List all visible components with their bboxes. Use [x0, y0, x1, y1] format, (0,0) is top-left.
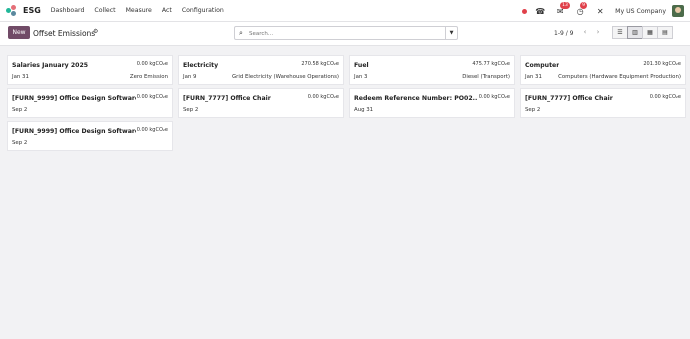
menu-measure[interactable]: Measure — [126, 7, 152, 14]
card-title: Electricity — [183, 62, 219, 69]
pager-previous-icon[interactable]: ‹ — [580, 27, 590, 37]
kanban-card[interactable]: Computer 201.30 kgCO₂e Jan 31 Computers … — [520, 55, 686, 85]
card-amount: 0.00 kgCO₂e — [136, 94, 168, 100]
card-title: Computer — [525, 62, 560, 69]
kanban-card[interactable]: Redeem Reference Number: PO02... 0.00 kg… — [349, 88, 515, 118]
new-button[interactable]: New — [8, 26, 30, 39]
card-source: Grid Electricity (Warehouse Operations) — [231, 74, 339, 80]
chevron-down-icon[interactable]: ▼ — [445, 27, 457, 39]
esg-logo-icon[interactable] — [6, 4, 18, 17]
kanban-card[interactable]: [FURN_7777] Office Chair 0.00 kgCO₂e Sep… — [520, 88, 686, 118]
card-amount: 201.30 kgCO₂e — [643, 61, 681, 67]
card-amount: 270.58 kgCO₂e — [301, 61, 339, 67]
kanban-card[interactable]: [FURN_7777] Office Chair 0.00 kgCO₂e Sep… — [178, 88, 344, 118]
kanban-card[interactable]: Salaries January 2025 0.00 kgCO₂e Jan 31… — [7, 55, 173, 85]
top-navbar: ESG Dashboard Collect Measure Act Config… — [0, 0, 690, 22]
card-amount: 475.77 kgCO₂e — [472, 61, 510, 67]
kanban-card[interactable]: Fuel 475.77 kgCO₂e Jan 3 Diesel (Transpo… — [349, 55, 515, 85]
activity-badge: 9 — [580, 2, 588, 9]
app-name[interactable]: ESG — [23, 6, 41, 15]
card-date: Sep 2 — [525, 107, 541, 113]
graph-view-icon[interactable]: ▤ — [657, 26, 673, 39]
debug-tools-icon[interactable]: ✕ — [595, 6, 605, 16]
menu-configuration[interactable]: Configuration — [182, 7, 224, 14]
kanban-view-icon[interactable]: ▥ — [627, 26, 643, 39]
card-date: Jan 9 — [183, 74, 197, 80]
card-date: Jan 3 — [354, 74, 368, 80]
card-date: Aug 31 — [354, 107, 374, 113]
activity-icon[interactable]: ◷ 9 — [575, 2, 588, 16]
menu-act[interactable]: Act — [162, 7, 172, 14]
card-title: [FURN_9999] Office Design Software — [12, 128, 136, 135]
recording-indicator-icon[interactable] — [522, 8, 528, 14]
menu-dashboard[interactable]: Dashboard — [51, 7, 85, 14]
kanban-card[interactable]: Electricity 270.58 kgCO₂e Jan 9 Grid Ele… — [178, 55, 344, 85]
company-switcher[interactable]: My US Company — [615, 8, 666, 15]
card-amount: 0.00 kgCO₂e — [649, 94, 681, 100]
card-title: Fuel — [354, 62, 369, 69]
gear-icon[interactable]: ⚙ — [93, 28, 98, 35]
search-bar[interactable]: ⌕ ▼ — [234, 26, 458, 40]
card-title: Redeem Reference Number: PO02... — [354, 95, 478, 102]
search-input[interactable] — [249, 29, 429, 38]
phone-icon[interactable]: ☎ — [535, 6, 545, 16]
card-title: [FURN_9999] Office Design Software — [12, 95, 136, 102]
card-title: [FURN_7777] Office Chair — [183, 95, 271, 102]
pivot-view-icon[interactable]: ▦ — [642, 26, 658, 39]
card-title: Salaries January 2025 — [12, 62, 89, 69]
card-source: Computers (Hardware Equipment Production… — [558, 74, 681, 80]
card-date: Sep 2 — [12, 140, 28, 146]
pager-next-icon[interactable]: › — [593, 27, 603, 37]
card-amount: 0.00 kgCO₂e — [307, 94, 339, 100]
kanban-card[interactable]: [FURN_9999] Office Design Software 0.00 … — [7, 121, 173, 151]
page-title: Offset Emissions — [33, 29, 96, 38]
list-view-icon[interactable]: ☰ — [612, 26, 628, 39]
card-source: Zero Emission — [129, 74, 168, 80]
card-amount: 0.00 kgCO₂e — [136, 127, 168, 133]
pager-value[interactable]: 1-9 / 9 — [554, 30, 573, 37]
user-avatar[interactable] — [672, 5, 684, 17]
card-amount: 0.00 kgCO₂e — [136, 61, 168, 67]
card-date: Sep 2 — [12, 107, 28, 113]
card-amount: 0.00 kgCO₂e — [478, 94, 510, 100]
messages-icon[interactable]: ✉ 13 — [555, 2, 570, 16]
card-source: Diesel (Transport) — [462, 74, 510, 80]
card-date: Jan 31 — [12, 74, 29, 80]
card-date: Jan 31 — [525, 74, 542, 80]
search-icon: ⌕ — [239, 29, 243, 37]
control-panel: New Offset Emissions ⚙ ⌕ ▼ 1-9 / 9 ‹ › ☰… — [0, 22, 690, 46]
card-title: [FURN_7777] Office Chair — [525, 95, 613, 102]
kanban-card[interactable]: [FURN_9999] Office Design Software 0.00 … — [7, 88, 173, 118]
messages-badge: 13 — [560, 2, 570, 9]
menu-collect[interactable]: Collect — [94, 7, 115, 14]
card-date: Sep 2 — [183, 107, 199, 113]
